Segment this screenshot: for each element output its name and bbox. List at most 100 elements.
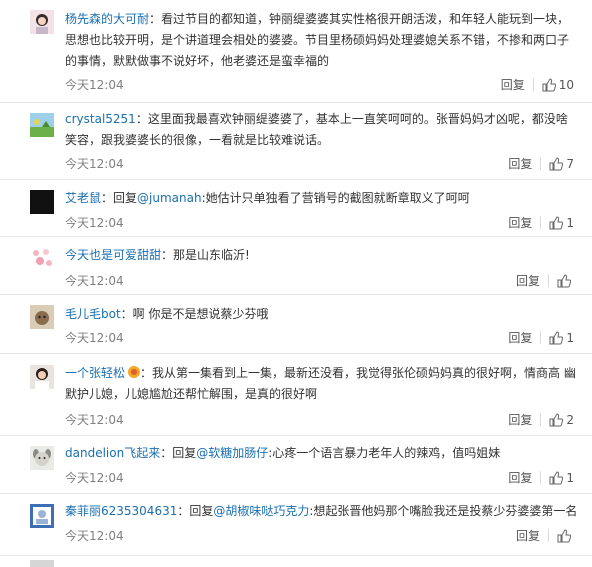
comment-item: crystal5251：这里面我最喜欢钟丽缇婆婆了，基本上一直笑呵呵的。张晋妈妈… — [0, 103, 592, 180]
thumbs-up-icon — [549, 330, 564, 344]
comment-item: dandelion飞起来：回复@软糖加肠仔:心疼一个语言暴力老年人的辣鸡，值吗姐… — [0, 436, 592, 494]
action-divider — [548, 529, 549, 542]
comment-time: 今天12:04 — [65, 78, 124, 92]
username-link[interactable]: dandelion飞起来 — [65, 446, 160, 460]
comment-text: 一个张轻松 ：我从第一集看到上一集，最新还没看，我觉得张伦硕妈妈真的很好啊，情商高… — [65, 363, 579, 405]
comment-content: ：啊 你是不是想说蔡少芬哦 — [120, 307, 269, 321]
like-button[interactable]: 10 — [542, 78, 574, 92]
comment-text: dandelion飞起来：回复@软糖加肠仔:心疼一个语言暴力老年人的辣鸡，值吗姐… — [65, 443, 579, 464]
username-link[interactable]: 艾老鼠 — [65, 191, 101, 205]
user-avatar[interactable] — [30, 365, 54, 389]
user-avatar[interactable] — [30, 305, 54, 329]
user-avatar[interactable] — [30, 113, 54, 137]
username-link[interactable]: 秦菲丽6235304631 — [65, 504, 177, 518]
thumbs-up-icon — [557, 273, 571, 287]
comment-item: 毛儿毛bot：啊 你是不是想说蔡少芬哦 今天12:04 回复 1 — [0, 295, 592, 354]
thumbs-up-icon — [542, 77, 556, 91]
comment-time: 今天12:04 — [65, 331, 124, 345]
action-divider — [540, 471, 542, 484]
girl-avatar-icon — [30, 10, 54, 34]
like-count: 1 — [566, 470, 574, 485]
like-button[interactable]: 2 — [549, 413, 574, 427]
comment-item: 艾老鼠：回复@jumanah:她估计只单独看了营销号的截图就断章取义了呵呵 今天… — [0, 180, 592, 237]
comment-content: :想起张晋他妈那个嘴脸我还是投蔡少芬婆婆第一名 — [309, 504, 578, 518]
comment-text: 艾老鼠：回复@jumanah:她估计只单独看了营销号的截图就断章取义了呵呵 — [65, 188, 579, 209]
reply-button[interactable]: 回复 — [508, 214, 532, 231]
comment-actions: 回复 10 — [501, 76, 574, 93]
like-button[interactable]: 1 — [549, 471, 574, 485]
comment-actions: 回复 — [516, 272, 574, 289]
thumbs-up-icon — [549, 470, 564, 484]
comment-text: 杨先森的大可耐：看过节目的都知道，钟丽缇婆婆其实性格很开朗活泼，和年轻人能玩到一… — [65, 9, 579, 72]
username-link[interactable]: crystal5251 — [65, 112, 136, 126]
username-link[interactable]: 杨先森的大可耐 — [65, 12, 149, 26]
comment-content: :心疼一个语言暴力老年人的辣鸡，值吗姐妹 — [268, 446, 501, 460]
thumbs-up-icon — [549, 156, 564, 170]
comment-actions: 回复 2 — [508, 411, 574, 428]
reply-button[interactable]: 回复 — [516, 527, 540, 544]
action-divider — [540, 157, 542, 170]
action-divider — [540, 331, 542, 344]
user-avatar[interactable] — [30, 10, 54, 34]
comment-text: crystal5251：这里面我最喜欢钟丽缇婆婆了，基本上一直笑呵呵的。张晋妈妈… — [65, 109, 579, 151]
like-count: 1 — [566, 330, 574, 345]
dog-avatar-icon — [30, 446, 54, 470]
user-avatar[interactable] — [30, 504, 54, 528]
like-count: 7 — [566, 156, 574, 171]
like-button[interactable] — [557, 528, 574, 543]
comment-text: 今天也是可爱甜甜：那是山东临沂! — [65, 245, 579, 266]
cat-avatar-icon — [30, 305, 54, 329]
comment-text: 毛儿毛bot：啊 你是不是想说蔡少芬哦 — [65, 304, 579, 325]
comment-content-prefix: ：回复 — [160, 446, 197, 460]
username-link[interactable]: 毛儿毛bot — [65, 307, 121, 321]
action-divider — [548, 274, 549, 287]
like-button[interactable]: 1 — [549, 216, 574, 230]
like-count: 10 — [558, 77, 574, 92]
user-avatar[interactable] — [30, 190, 54, 214]
like-count: 2 — [566, 412, 574, 427]
comment-time: 今天12:04 — [65, 274, 124, 288]
like-button[interactable]: 1 — [549, 331, 574, 345]
user-avatar[interactable] — [30, 446, 54, 470]
default-avatar-icon — [30, 504, 54, 528]
like-button[interactable] — [557, 273, 574, 288]
comment-actions: 回复 — [516, 527, 574, 544]
thumbs-up-icon — [549, 412, 564, 426]
comment-content: ：那是山东临沂! — [161, 248, 250, 262]
like-count: 1 — [566, 215, 574, 230]
user-avatar[interactable] — [30, 246, 54, 270]
landscape-avatar-icon — [30, 113, 54, 137]
like-button[interactable]: 7 — [549, 157, 574, 171]
comment-content: :她估计只单独看了营销号的截图就断章取义了呵呵 — [201, 191, 470, 205]
emoji-badge-icon — [128, 366, 141, 378]
comment-item: 今天也是可爱甜甜：那是山东临沂! 今天12:04 回复 — [0, 237, 592, 295]
comment-content: ：这里面我最喜欢钟丽缇婆婆了，基本上一直笑呵呵的。张晋妈妈才凶呢，都没啥笑容，跟… — [65, 112, 568, 147]
comment-content: ：我从第一集看到上一集，最新还没看，我觉得张伦硕妈妈真的很好啊，情商高 幽默护儿… — [65, 366, 576, 401]
comment-actions: 回复 1 — [508, 469, 574, 486]
comment-text: 秦菲丽6235304631：回复@胡椒味哒巧克力:想起张晋他妈那个嘴脸我还是投蔡… — [65, 501, 579, 522]
reply-button[interactable]: 回复 — [508, 155, 532, 172]
mention-link[interactable]: @胡椒味哒巧克力 — [213, 504, 309, 518]
thumbs-up-icon — [557, 528, 571, 542]
username-link[interactable]: 今天也是可爱甜甜 — [65, 248, 161, 262]
mention-link[interactable]: @软糖加肠仔 — [196, 446, 268, 460]
reply-button[interactable]: 回复 — [508, 329, 532, 346]
woman-avatar-icon — [30, 365, 54, 389]
comment-item: 杨先森的大可耐：看过节目的都知道，钟丽缇婆婆其实性格很开朗活泼，和年轻人能玩到一… — [0, 0, 592, 103]
thumbs-up-icon — [549, 215, 564, 229]
reply-button[interactable]: 回复 — [508, 469, 532, 486]
comment-content-prefix: ：回复 — [101, 191, 138, 205]
comment-time: 今天12:04 — [65, 471, 124, 485]
mention-link[interactable]: @jumanah — [137, 191, 202, 205]
reply-button[interactable]: 回复 — [501, 76, 525, 93]
hearts-avatar-icon — [30, 246, 54, 270]
comment-actions: 回复 1 — [508, 329, 574, 346]
username-link[interactable]: 一个张轻松 — [65, 366, 125, 380]
comment-item: 一个张轻松 ：我从第一集看到上一集，最新还没看，我觉得张伦硕妈妈真的很好啊，情商高… — [0, 354, 592, 436]
action-divider — [540, 216, 542, 229]
reply-button[interactable]: 回复 — [508, 411, 532, 428]
black-avatar-icon — [30, 190, 54, 214]
user-avatar[interactable] — [30, 560, 54, 567]
reply-button[interactable]: 回复 — [516, 272, 540, 289]
next-comment-partial — [0, 556, 592, 567]
